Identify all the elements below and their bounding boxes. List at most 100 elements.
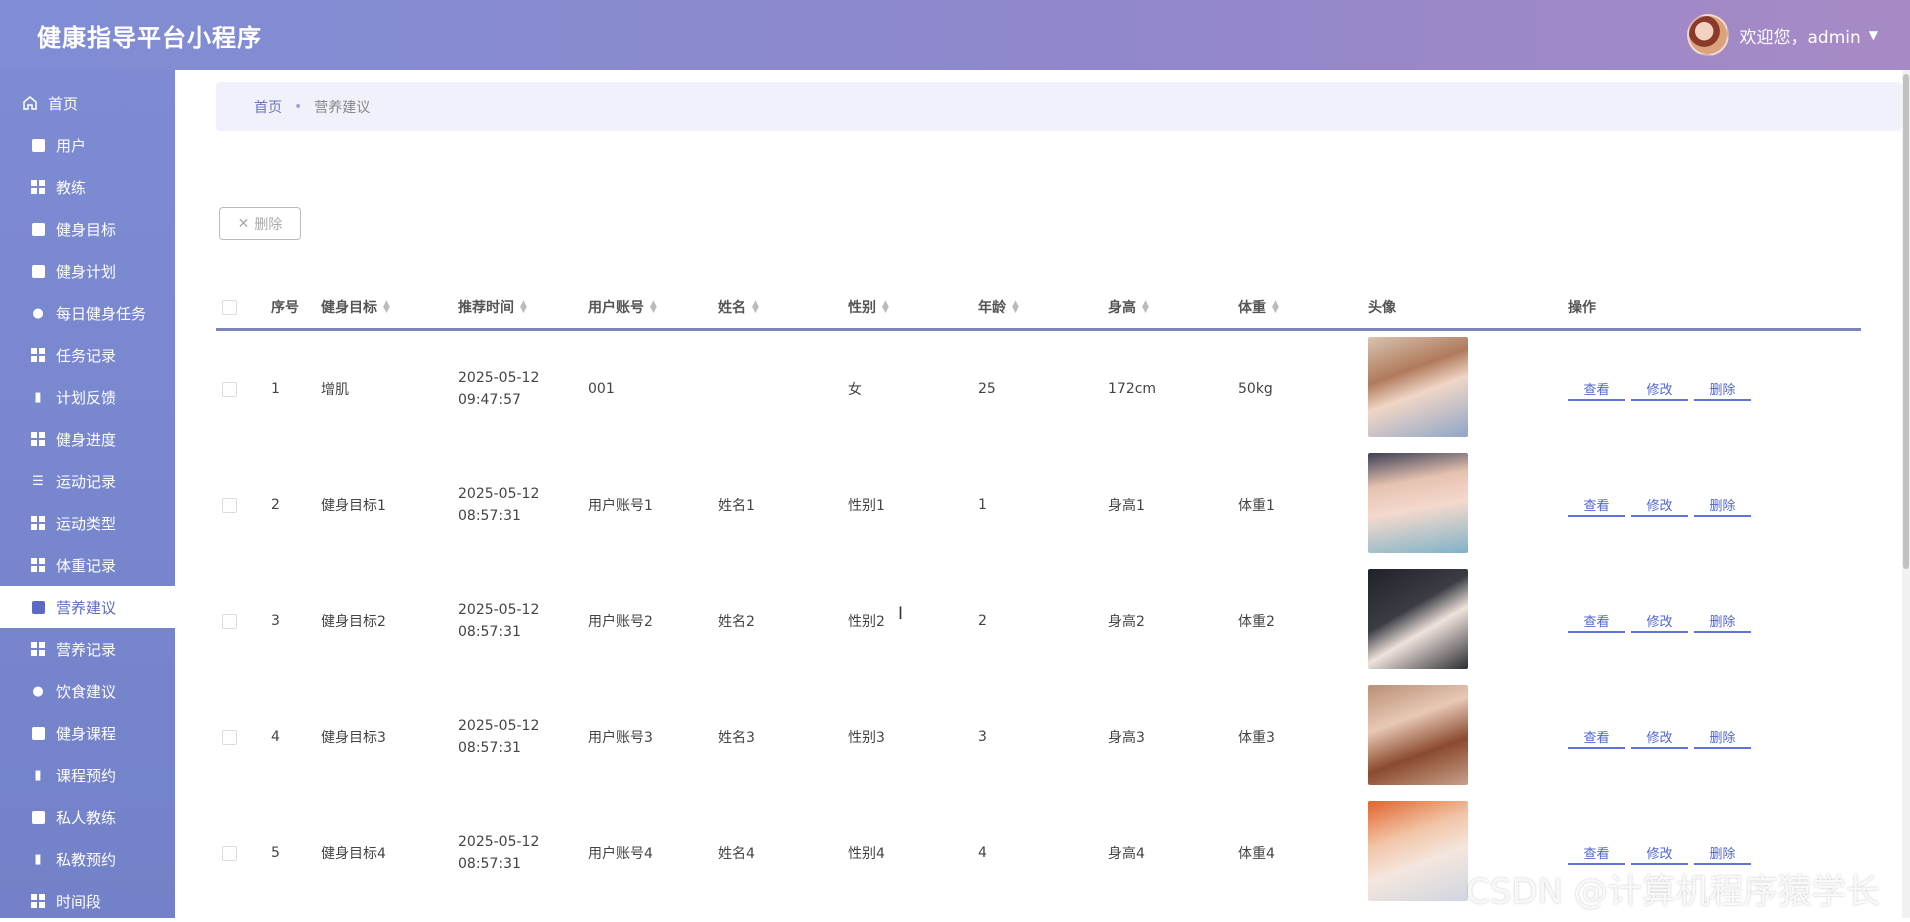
sidebar-item-plan-feedback[interactable]: ▮ 计划反馈 <box>0 376 175 418</box>
grid-icon <box>30 557 46 573</box>
row-actions: 查看 修改 删除 <box>1568 331 1751 447</box>
sidebar-item-nutrition-advice[interactable]: 营养建议 <box>0 586 175 628</box>
view-button[interactable]: 查看 <box>1568 725 1625 749</box>
delete-button[interactable]: 删除 <box>1694 841 1751 865</box>
header-time[interactable]: 推荐时间 ▲ ▼ <box>458 286 527 328</box>
sidebar-item-daily-task[interactable]: ● 每日健身任务 <box>0 292 175 334</box>
sidebar-item-fitness-goal[interactable]: 健身目标 <box>0 208 175 250</box>
cell-account: 001 <box>588 381 615 397</box>
sidebar-item-users[interactable]: 用户 <box>0 124 175 166</box>
row-checkbox[interactable] <box>222 795 237 911</box>
sidebar-item-coach[interactable]: 教练 <box>0 166 175 208</box>
cell-account: 用户账号1 <box>588 498 653 514</box>
breadcrumb: 首页 • 营养建议 <box>216 82 1902 131</box>
data-table: 序号 健身目标 ▲ ▼ 推荐时间 ▲ ▼ 用户账号 ▲ ▼ 姓名 ▲ ▼ 性别 ▲ ▼ 年龄 ▲ ▼ 身… <box>216 286 1861 911</box>
sidebar: 首页 用户 教练 健身目标 健身计划 ● 每日健身任务 任务记录 ▮ 计划反馈 … <box>0 70 175 918</box>
delete-button[interactable]: 删除 <box>1694 725 1751 749</box>
cell-time: 2025-05-12 08:57:31 <box>458 834 540 872</box>
delete-button[interactable]: 删除 <box>1694 609 1751 633</box>
row-actions: 查看 修改 删除 <box>1568 679 1751 795</box>
row-checkbox[interactable] <box>222 331 237 447</box>
row-checkbox[interactable] <box>222 447 237 563</box>
row-checkbox[interactable] <box>222 563 237 679</box>
sidebar-item-task-record[interactable]: 任务记录 <box>0 334 175 376</box>
sort-icon: ▲ ▼ <box>1142 299 1149 315</box>
delete-button[interactable]: 删除 <box>1694 493 1751 517</box>
scrollbar-thumb[interactable] <box>1903 74 1909 569</box>
cell-weight: 体重1 <box>1238 498 1275 514</box>
avatar-photo[interactable] <box>1368 337 1468 437</box>
header-name[interactable]: 姓名 ▲ ▼ <box>718 286 759 328</box>
sidebar-item-label: 任务记录 <box>56 346 117 365</box>
sidebar-item-personal-coach[interactable]: 私人教练 <box>0 796 175 838</box>
cell-name: 姓名4 <box>718 846 755 862</box>
edit-button[interactable]: 修改 <box>1631 377 1688 401</box>
top-bar: 健康指导平台小程序 欢迎您，admin ▼ <box>0 0 1910 70</box>
avatar-photo[interactable] <box>1368 453 1468 553</box>
sidebar-item-fitness-plan[interactable]: 健身计划 <box>0 250 175 292</box>
header-actions: 操作 <box>1568 300 1596 316</box>
sidebar-item-label: 运动记录 <box>56 472 117 491</box>
cell-name: 姓名3 <box>718 730 755 746</box>
edit-button[interactable]: 修改 <box>1631 493 1688 517</box>
view-button[interactable]: 查看 <box>1568 377 1625 401</box>
cell-name: 姓名2 <box>718 614 755 630</box>
sidebar-item-time-slot[interactable]: 时间段 <box>0 880 175 922</box>
edit-button[interactable]: 修改 <box>1631 725 1688 749</box>
header-account[interactable]: 用户账号 ▲ ▼ <box>588 286 657 328</box>
cell-account: 用户账号4 <box>588 846 653 862</box>
cell-time: 2025-05-12 09:47:57 <box>458 370 540 408</box>
cell-height: 身高3 <box>1108 730 1145 746</box>
breadcrumb-home[interactable]: 首页 <box>254 97 282 117</box>
welcome-text[interactable]: 欢迎您，admin <box>1739 23 1860 48</box>
row-checkbox[interactable] <box>222 679 237 795</box>
sidebar-item-course-booking[interactable]: ▮ 课程预约 <box>0 754 175 796</box>
sidebar-item-progress[interactable]: 健身进度 <box>0 418 175 460</box>
view-button[interactable]: 查看 <box>1568 493 1625 517</box>
table-row: 2 健身目标1 2025-05-12 08:57:31 用户账号1 姓名1 性别… <box>216 447 1861 563</box>
cell-index: 2 <box>271 497 280 513</box>
header-goal[interactable]: 健身目标 ▲ ▼ <box>321 286 390 328</box>
cell-index: 4 <box>271 729 280 745</box>
text-cursor-icon: I <box>898 604 904 624</box>
header-weight[interactable]: 体重 ▲ ▼ <box>1238 286 1279 328</box>
sidebar-item-weight-record[interactable]: 体重记录 <box>0 544 175 586</box>
list-icon: ☰ <box>32 473 44 489</box>
select-all-checkbox[interactable] <box>222 286 237 328</box>
view-button[interactable]: 查看 <box>1568 609 1625 633</box>
edit-button[interactable]: 修改 <box>1631 609 1688 633</box>
sidebar-item-diet-advice[interactable]: ● 饮食建议 <box>0 670 175 712</box>
cell-weight: 体重2 <box>1238 614 1275 630</box>
avatar-photo[interactable] <box>1368 569 1468 669</box>
watermark: CSDN @计算机程序猿学长 <box>1466 872 1880 912</box>
cell-account: 用户账号2 <box>588 614 653 630</box>
user-avatar[interactable] <box>1687 14 1730 56</box>
header-gender[interactable]: 性别 ▲ ▼ <box>848 286 889 328</box>
edit-button[interactable]: 修改 <box>1631 841 1688 865</box>
caret-down-icon[interactable]: ▼ <box>1869 28 1878 42</box>
sidebar-item-label: 健身课程 <box>56 724 117 743</box>
table-row: 3 健身目标2 2025-05-12 08:57:31 用户账号2 姓名2 性别… <box>216 563 1861 679</box>
cell-time: 2025-05-12 08:57:31 <box>458 486 540 524</box>
avatar-photo[interactable] <box>1368 801 1468 901</box>
sidebar-item-home[interactable]: 首页 <box>0 82 175 124</box>
avatar-photo[interactable] <box>1368 685 1468 785</box>
batch-delete-label: 删除 <box>254 216 283 233</box>
sidebar-item-nutrition-record[interactable]: 营养记录 <box>0 628 175 670</box>
sidebar-item-coach-booking[interactable]: ▮ 私教预约 <box>0 838 175 880</box>
cell-gender: 性别4 <box>848 846 885 862</box>
sidebar-item-course[interactable]: 健身课程 <box>0 712 175 754</box>
grid-icon <box>30 893 46 909</box>
sidebar-item-label: 用户 <box>56 136 87 155</box>
batch-delete-button[interactable]: ✕ 删除 <box>219 207 301 240</box>
chat-icon <box>30 263 46 279</box>
delete-button[interactable]: 删除 <box>1694 377 1751 401</box>
sidebar-item-exercise-type[interactable]: 运动类型 <box>0 502 175 544</box>
user-menu[interactable]: 欢迎您，admin ▼ <box>1687 14 1878 56</box>
header-age[interactable]: 年龄 ▲ ▼ <box>978 286 1019 328</box>
sidebar-item-exercise-record[interactable]: ☰ 运动记录 <box>0 460 175 502</box>
view-button[interactable]: 查看 <box>1568 841 1625 865</box>
cell-gender: 性别3 <box>848 730 885 746</box>
app-title: 健康指导平台小程序 <box>37 24 262 52</box>
header-height[interactable]: 身高 ▲ ▼ <box>1108 286 1149 328</box>
